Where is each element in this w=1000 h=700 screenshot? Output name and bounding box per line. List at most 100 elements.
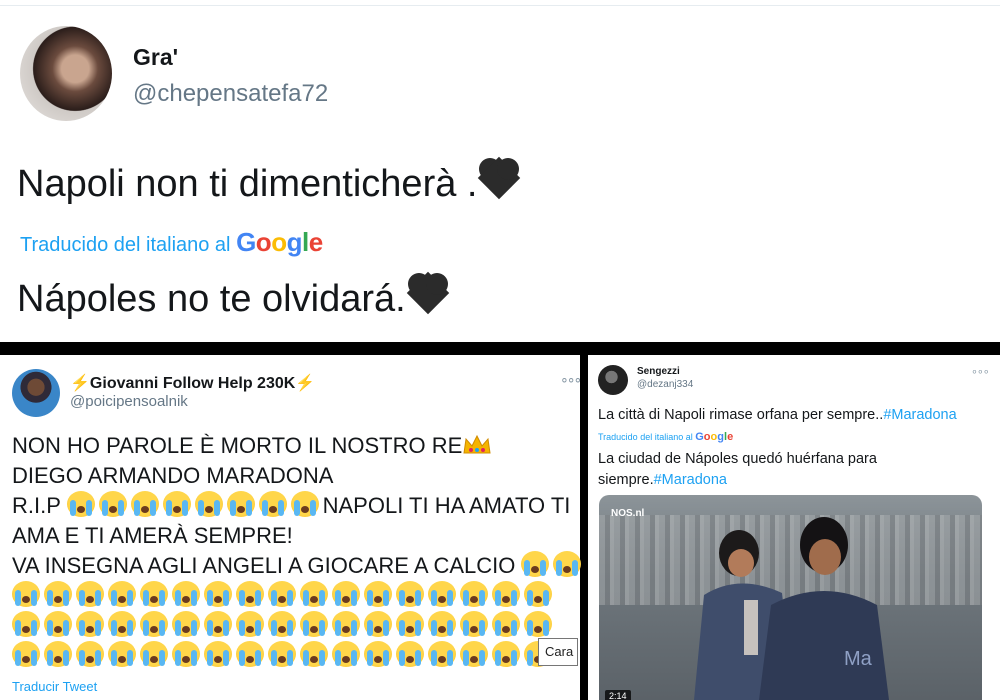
crying-face-icon bbox=[364, 641, 392, 667]
svg-text:Ma: Ma bbox=[844, 648, 873, 670]
tweet-text: La città di Napoli rimase orfana per sem… bbox=[598, 407, 957, 423]
crying-face-icon bbox=[364, 611, 392, 637]
hashtag-link[interactable]: #Maradona bbox=[654, 472, 727, 488]
crying-face-icon bbox=[460, 611, 488, 637]
tweet-line: NON HO PAROLE È MORTO IL NOSTRO RE bbox=[12, 431, 572, 461]
crying-face-icon bbox=[130, 491, 159, 517]
tweet-line-text: R.I.P bbox=[12, 493, 67, 518]
tweet-line: DIEGO ARMANDO MARADONA bbox=[12, 463, 334, 488]
avatar[interactable] bbox=[598, 365, 628, 395]
lightning-icon: ⚡ bbox=[70, 375, 90, 392]
top-tweet: Gra' @chepensatefa72 Napoli non ti dimen… bbox=[0, 0, 1000, 342]
crying-face-icon bbox=[194, 491, 223, 517]
crying-face-icon bbox=[364, 581, 392, 607]
crying-face-icon bbox=[300, 581, 328, 607]
author-handle[interactable]: @poicipensoalnik bbox=[70, 393, 188, 410]
crying-face-icon bbox=[44, 581, 72, 607]
tweet-line-text: NON HO PAROLE È MORTO IL NOSTRO RE bbox=[12, 433, 463, 458]
video-duration: 2:14 bbox=[605, 690, 631, 700]
crying-face-icon bbox=[44, 611, 72, 637]
crying-face-icon bbox=[521, 551, 550, 577]
tooltip: Cara bbox=[538, 638, 578, 666]
crying-face-icon bbox=[332, 581, 360, 607]
crying-face-icon bbox=[492, 611, 520, 637]
crying-face-icon bbox=[108, 641, 136, 667]
translation-link[interactable]: Traducido del italiano al Google bbox=[598, 431, 733, 443]
crying-face-icon bbox=[204, 581, 232, 607]
emoji-row bbox=[12, 641, 572, 671]
translated-text-content: La ciudad de Nápoles quedó huérfana para… bbox=[598, 451, 877, 488]
google-logo: Google bbox=[695, 431, 734, 443]
video-watermark: NOS.nl bbox=[611, 508, 645, 519]
crying-face-icon bbox=[396, 641, 424, 667]
more-options-icon[interactable]: ∘∘∘ bbox=[560, 371, 582, 388]
crying-face-icon bbox=[140, 611, 168, 637]
author-handle[interactable]: @chepensatefa72 bbox=[133, 80, 328, 108]
bottom-right-tweet: Sengezzi @dezanj334 ∘∘∘ La città di Napo… bbox=[588, 355, 1000, 700]
crying-face-icon bbox=[268, 641, 296, 667]
emoji-row bbox=[12, 581, 572, 611]
crying-face-icon bbox=[76, 581, 104, 607]
tweet-line-text: VA INSEGNA AGLI ANGELI A GIOCARE A CALCI… bbox=[12, 553, 522, 578]
lightning-icon: ⚡ bbox=[295, 375, 316, 392]
crying-face-icon bbox=[396, 611, 424, 637]
black-heart-icon bbox=[406, 271, 450, 315]
crying-face-icon bbox=[492, 581, 520, 607]
crying-face-icon bbox=[428, 611, 456, 637]
crying-face-icon bbox=[172, 581, 200, 607]
crying-face-icon bbox=[258, 491, 287, 517]
author-name[interactable]: Gra' bbox=[133, 44, 178, 71]
emoji-row bbox=[12, 611, 572, 641]
crying-face-icon bbox=[460, 581, 488, 607]
crying-face-icon bbox=[268, 581, 296, 607]
crying-face-icon bbox=[226, 491, 255, 517]
avatar[interactable] bbox=[20, 26, 112, 121]
divider bbox=[0, 5, 1000, 6]
crying-face-icon bbox=[524, 611, 552, 637]
crying-face-icon bbox=[268, 611, 296, 637]
crying-face-icon bbox=[492, 641, 520, 667]
crying-face-icon bbox=[524, 581, 552, 607]
translated-text: La ciudad de Nápoles quedó huérfana para… bbox=[598, 449, 988, 491]
author-handle[interactable]: @dezanj334 bbox=[637, 379, 693, 390]
video-figure: Ma bbox=[759, 517, 889, 700]
translated-text: Nápoles no te olvidará. bbox=[17, 271, 450, 321]
avatar[interactable] bbox=[12, 369, 60, 417]
crying-face-icon bbox=[428, 581, 456, 607]
crying-face-icon bbox=[460, 641, 488, 667]
crying-face-icon bbox=[172, 641, 200, 667]
crying-face-icon bbox=[12, 611, 40, 637]
crying-face-icon bbox=[290, 491, 319, 517]
crying-face-icon bbox=[236, 641, 264, 667]
more-options-icon[interactable]: ∘∘∘ bbox=[971, 365, 990, 378]
black-heart-icon bbox=[477, 156, 521, 200]
tweet-line: R.I.P NAPOLI TI HA AMATO TI bbox=[12, 491, 572, 521]
crying-face-icon bbox=[236, 611, 264, 637]
crying-face-icon bbox=[428, 641, 456, 667]
author-name-label: Giovanni Follow Help 230K bbox=[89, 375, 296, 392]
crying-face-icon bbox=[76, 641, 104, 667]
crying-face-icon bbox=[12, 581, 40, 607]
author-name[interactable]: ⚡Giovanni Follow Help 230K⚡ bbox=[70, 373, 315, 393]
crying-face-icon bbox=[12, 641, 40, 667]
crying-face-icon bbox=[204, 641, 232, 667]
translate-tweet-link[interactable]: Traducir Tweet bbox=[12, 679, 97, 694]
crying-face-icon bbox=[66, 491, 95, 517]
crying-face-icon bbox=[140, 581, 168, 607]
translation-link[interactable]: Traducido del italiano al Google bbox=[20, 227, 323, 258]
crying-face-icon bbox=[204, 611, 232, 637]
tweet-line: AMA E TI AMERÀ SEMPRE! bbox=[12, 523, 293, 548]
tweet-text-content: Napoli non ti dimenticherà . bbox=[17, 163, 478, 205]
crying-face-icon bbox=[108, 581, 136, 607]
hashtag-link[interactable]: #Maradona bbox=[883, 407, 956, 423]
crying-face-icon bbox=[300, 611, 328, 637]
crying-face-icon bbox=[300, 641, 328, 667]
crying-face-icon bbox=[76, 611, 104, 637]
author-name[interactable]: Sengezzi bbox=[637, 366, 680, 377]
crying-face-icon bbox=[44, 641, 72, 667]
crying-face-icon bbox=[396, 581, 424, 607]
tweet-line: VA INSEGNA AGLI ANGELI A GIOCARE A CALCI… bbox=[12, 551, 582, 581]
translation-link-label: Traducido del italiano al bbox=[598, 432, 696, 442]
crying-face-icon bbox=[98, 491, 127, 517]
video-player[interactable]: Ma NOS.nl 2:14 bbox=[599, 495, 982, 700]
